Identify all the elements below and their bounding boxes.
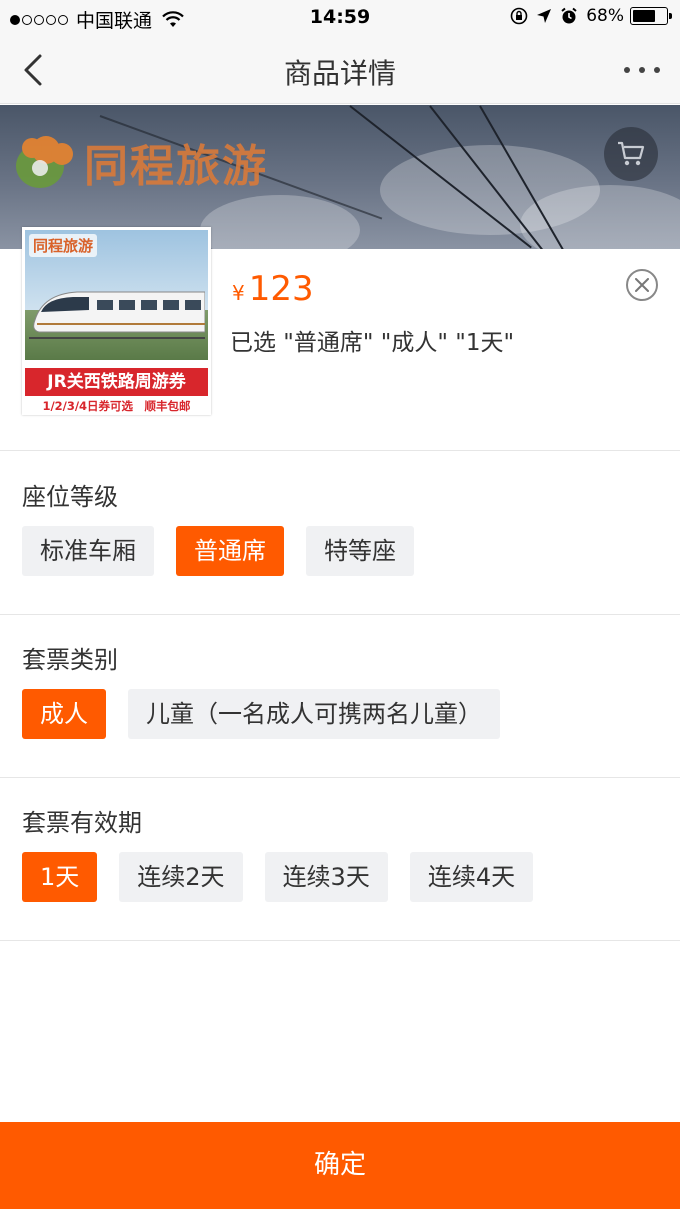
status-bar: 中国联通 14:59 68% xyxy=(0,0,680,36)
currency-symbol: ¥ xyxy=(232,281,245,305)
orientation-lock-icon xyxy=(510,7,528,25)
cart-button[interactable] xyxy=(604,127,658,181)
option-validity-1day[interactable]: 1天 xyxy=(22,852,98,902)
ticket-type-options: 成人 儿童（一名成人可携两名儿童） xyxy=(22,689,522,739)
alarm-icon xyxy=(561,7,577,24)
sku-selector-sheet: 同程旅游 JR关西铁路周游券 1/2/3/4日券可选 顺丰包邮 ¥ 123 已选… xyxy=(0,227,680,1209)
seat-class-options: 标准车厢 普通席 特等座 xyxy=(22,526,436,576)
ticket-type-title: 套票类别 xyxy=(22,646,118,674)
divider xyxy=(0,777,680,778)
battery-percent: 68% xyxy=(586,6,624,26)
price-amount: 123 xyxy=(248,269,314,309)
validity-title: 套票有效期 xyxy=(22,809,142,837)
location-arrow-icon xyxy=(537,9,552,23)
product-price: ¥ 123 xyxy=(232,269,314,309)
more-icon[interactable] xyxy=(624,58,660,82)
nav-bar: 商品详情 xyxy=(0,36,680,104)
confirm-button[interactable]: 确定 xyxy=(0,1122,680,1209)
banner-logo: 同程旅游 xyxy=(10,130,268,194)
battery-fill xyxy=(633,10,655,22)
option-seat-green[interactable]: 特等座 xyxy=(306,526,414,576)
banner-logo-text: 同程旅游 xyxy=(84,141,268,192)
validity-options: 1天 连续2天 连续3天 连续4天 xyxy=(22,852,555,902)
status-right: 68% xyxy=(502,6,672,26)
battery-icon xyxy=(630,7,672,25)
option-ticket-child[interactable]: 儿童（一名成人可携两名儿童） xyxy=(128,689,500,739)
option-ticket-adult[interactable]: 成人 xyxy=(22,689,106,739)
page-title: 商品详情 xyxy=(283,57,396,90)
seat-class-title: 座位等级 xyxy=(22,483,118,511)
thumbnail-logo-text: 同程旅游 xyxy=(29,234,98,257)
close-icon xyxy=(635,278,649,292)
thumbnail-subtitle: 1/2/3/4日券可选 顺丰包邮 xyxy=(25,396,208,412)
product-thumbnail: 同程旅游 JR关西铁路周游券 1/2/3/4日券可选 顺丰包邮 xyxy=(22,227,211,415)
divider xyxy=(0,614,680,615)
divider xyxy=(0,940,680,941)
option-validity-3days[interactable]: 连续3天 xyxy=(264,852,388,902)
thumbnail-title: JR关西铁路周游券 xyxy=(25,368,208,396)
brand-logo-icon xyxy=(16,136,73,188)
option-seat-ordinary[interactable]: 普通席 xyxy=(176,526,284,576)
close-button[interactable] xyxy=(626,269,658,301)
train-image xyxy=(29,291,205,339)
cart-icon xyxy=(618,141,645,166)
option-validity-4days[interactable]: 连续4天 xyxy=(409,852,534,902)
divider xyxy=(0,450,680,451)
selected-summary: 已选 "普通席" "成人" "1天" xyxy=(230,330,515,356)
option-seat-standard[interactable]: 标准车厢 xyxy=(22,526,154,576)
option-validity-2days[interactable]: 连续2天 xyxy=(119,852,243,902)
